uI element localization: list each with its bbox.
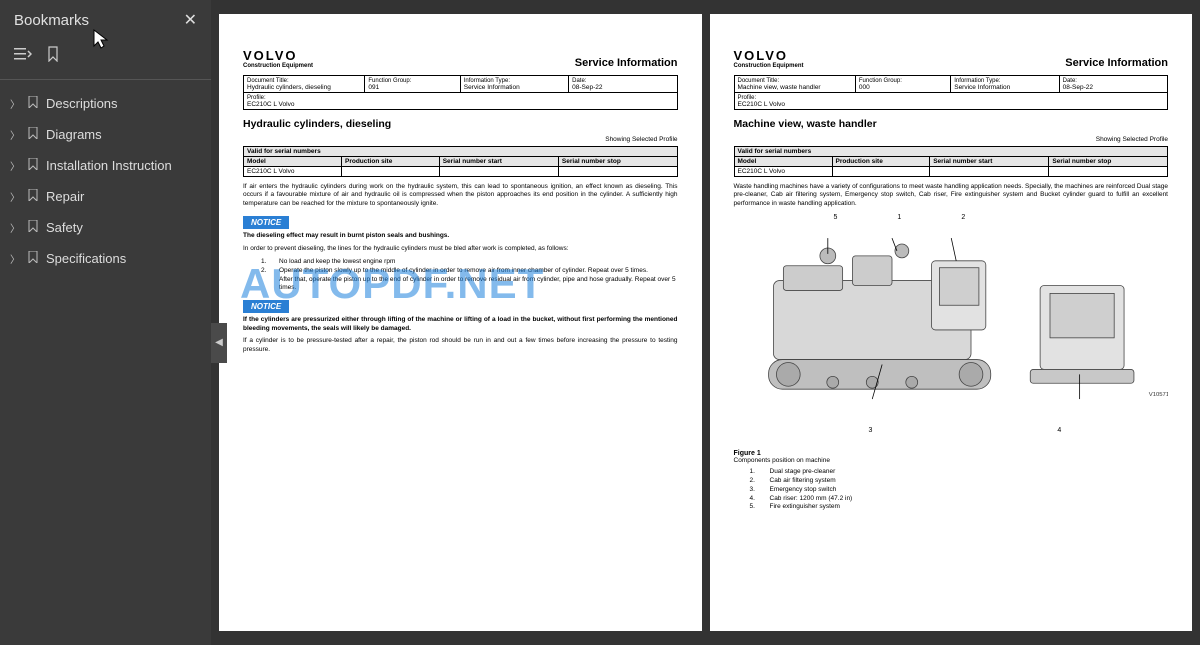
profile-note: Showing Selected Profile bbox=[243, 136, 678, 143]
pdf-page-left: VOLVO Construction Equipment Service Inf… bbox=[219, 14, 702, 631]
notice-badge: NOTICE bbox=[243, 300, 289, 313]
bookmark-label: Repair bbox=[46, 189, 84, 204]
section-title: Hydraulic cylinders, dieseling bbox=[243, 118, 678, 130]
notice-bold: If the cylinders are pressurized either … bbox=[243, 316, 678, 333]
volvo-logo: VOLVO Construction Equipment bbox=[243, 48, 313, 69]
service-info-heading: Service Information bbox=[575, 57, 678, 69]
bookmark-label: Installation Instruction bbox=[46, 158, 172, 173]
service-info-heading: Service Information bbox=[1065, 57, 1168, 69]
bookmarks-sidebar: Bookmarks ✕ 〉 Descriptions 〉 Diagrams 〉 … bbox=[0, 0, 211, 645]
chevron-right-icon: 〉 bbox=[10, 127, 20, 142]
bookmark-item-installation[interactable]: 〉 Installation Instruction bbox=[0, 150, 211, 181]
machine-diagram: 5 1 2 bbox=[734, 214, 1169, 444]
bookmark-icon bbox=[28, 96, 38, 111]
meta-table: Document Title:Hydraulic cylinders, dies… bbox=[243, 75, 678, 110]
bookmark-item-safety[interactable]: 〉 Safety bbox=[0, 212, 211, 243]
sidebar-header: Bookmarks ✕ bbox=[0, 0, 211, 40]
serial-number-table: Valid for serial numbers ModelProduction… bbox=[243, 146, 678, 177]
collapse-sidebar-handle[interactable]: ◀ bbox=[211, 323, 227, 363]
paragraph: In order to prevent dieseling, the lines… bbox=[243, 245, 678, 253]
serial-number-table: Valid for serial numbers ModelProduction… bbox=[734, 146, 1169, 177]
brand-text: VOLVO bbox=[734, 48, 804, 63]
bookmark-list: 〉 Descriptions 〉 Diagrams 〉 Installation… bbox=[0, 80, 211, 282]
subbrand-text: Construction Equipment bbox=[243, 63, 313, 69]
diagram-ref: V1057158 bbox=[1148, 392, 1168, 398]
component-list: 1.Dual stage pre-cleaner 2.Cab air filte… bbox=[750, 468, 1169, 512]
profile-note: Showing Selected Profile bbox=[734, 136, 1169, 143]
volvo-logo: VOLVO Construction Equipment bbox=[734, 48, 804, 69]
chevron-right-icon: 〉 bbox=[10, 158, 20, 173]
bookmark-icon bbox=[28, 158, 38, 173]
document-viewer[interactable]: VOLVO Construction Equipment Service Inf… bbox=[211, 0, 1200, 645]
bookmark-label: Safety bbox=[46, 220, 83, 235]
sidebar-toolbar bbox=[0, 40, 211, 80]
options-icon[interactable] bbox=[14, 46, 32, 67]
section-title: Machine view, waste handler bbox=[734, 118, 1169, 130]
paragraph: If a cylinder is to be pressure-tested a… bbox=[243, 337, 678, 354]
sidebar-title: Bookmarks bbox=[14, 12, 89, 29]
bookmark-item-repair[interactable]: 〉 Repair bbox=[0, 181, 211, 212]
notice-badge: NOTICE bbox=[243, 216, 289, 229]
bookmark-label: Specifications bbox=[46, 251, 126, 266]
pdf-page-right: VOLVO Construction Equipment Service Inf… bbox=[710, 14, 1193, 631]
chevron-right-icon: 〉 bbox=[10, 220, 20, 235]
bookmark-icon bbox=[28, 127, 38, 142]
excavator-illustration: V1057158 bbox=[734, 225, 1169, 425]
figure-label: Figure 1 bbox=[734, 450, 1169, 457]
bookmark-item-diagrams[interactable]: 〉 Diagrams bbox=[0, 119, 211, 150]
brand-text: VOLVO bbox=[243, 48, 313, 63]
bookmark-label: Descriptions bbox=[46, 96, 118, 111]
bookmark-icon bbox=[28, 251, 38, 266]
chevron-right-icon: 〉 bbox=[10, 96, 20, 111]
notice-bold: The dieseling effect may result in burnt… bbox=[243, 232, 678, 240]
paragraph: If air enters the hydraulic cylinders du… bbox=[243, 183, 678, 208]
chevron-right-icon: 〉 bbox=[10, 251, 20, 266]
bookmark-item-specifications[interactable]: 〉 Specifications bbox=[0, 243, 211, 274]
close-icon[interactable]: ✕ bbox=[184, 10, 197, 30]
bookmark-ribbon-icon[interactable] bbox=[46, 46, 60, 67]
paragraph: Waste handling machines have a variety o… bbox=[734, 183, 1169, 208]
figure-caption: Components position on machine bbox=[734, 457, 1169, 464]
bookmark-item-descriptions[interactable]: 〉 Descriptions bbox=[0, 88, 211, 119]
chevron-right-icon: 〉 bbox=[10, 189, 20, 204]
meta-table: Document Title:Machine view, waste handl… bbox=[734, 75, 1169, 110]
bookmark-label: Diagrams bbox=[46, 127, 102, 142]
bookmark-icon bbox=[28, 220, 38, 235]
bookmark-icon bbox=[28, 189, 38, 204]
steps-list: 1.No load and keep the lowest engine rpm… bbox=[261, 258, 678, 293]
subbrand-text: Construction Equipment bbox=[734, 63, 804, 69]
